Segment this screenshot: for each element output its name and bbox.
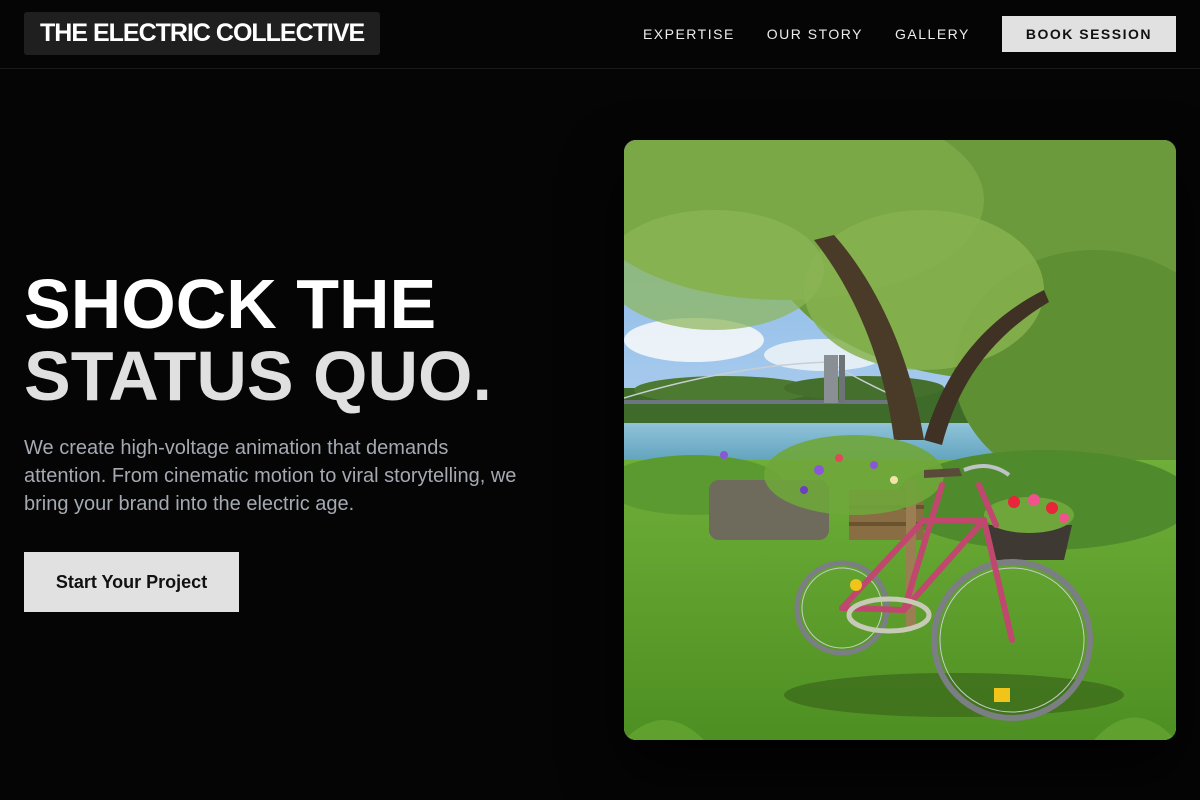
headline-line-2: STATUS QUO.	[24, 337, 492, 415]
book-session-button[interactable]: BOOK SESSION	[1001, 16, 1176, 52]
hero-image	[624, 140, 1176, 740]
nav-link-gallery[interactable]: GALLERY	[895, 26, 970, 42]
headline-line-1: SHOCK THE	[24, 265, 437, 343]
nav-link-expertise[interactable]: EXPERTISE	[643, 26, 735, 42]
site-header: THE ELECTRIC COLLECTIVE EXPERTISE OUR ST…	[0, 0, 1200, 69]
hero-headline: SHOCK THE STATUS QUO.	[24, 268, 564, 412]
start-project-button[interactable]: Start Your Project	[24, 552, 239, 612]
brand-logo[interactable]: THE ELECTRIC COLLECTIVE	[24, 12, 381, 55]
landing-page: THE ELECTRIC COLLECTIVE EXPERTISE OUR ST…	[0, 0, 1200, 800]
nav-link-our-story[interactable]: OUR STORY	[767, 26, 863, 42]
hero-lead-text: We create high-voltage animation that de…	[24, 437, 517, 515]
hero-copy: SHOCK THE STATUS QUO. We create high-vol…	[24, 268, 564, 518]
main-nav: EXPERTISE OUR STORY GALLERY BOOK SESSION	[643, 16, 1176, 52]
bicycle-scene-illustration	[624, 140, 1176, 740]
